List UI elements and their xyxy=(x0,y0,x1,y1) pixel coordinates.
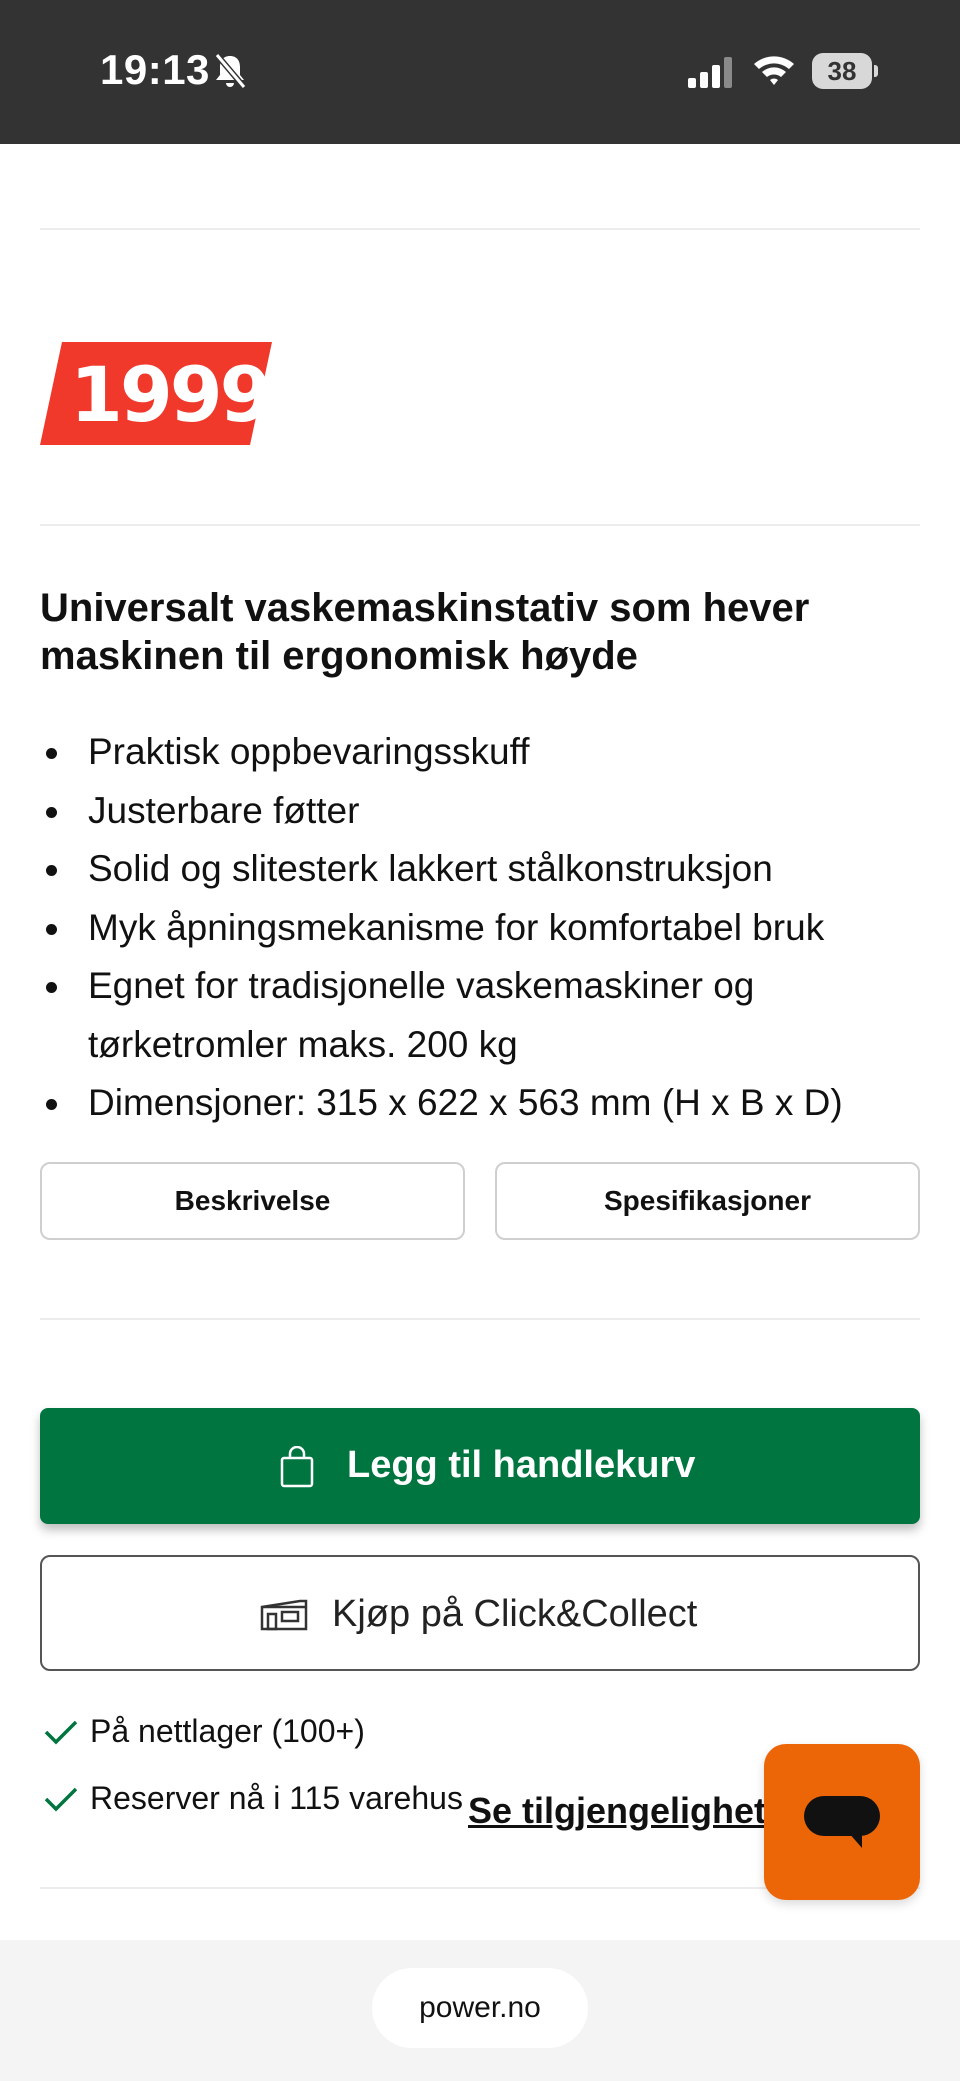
battery-icon: 38 xyxy=(812,53,878,89)
product-heading: Universalt vaskemaskinstativ som hever m… xyxy=(40,586,810,678)
availability-online-text: På nettlager (100+) xyxy=(90,1713,365,1749)
price-value: 1999 xyxy=(70,350,273,439)
divider xyxy=(40,524,920,526)
click-collect-label: Kjøp på Click&Collect xyxy=(332,1593,698,1635)
feature-item: Myk åpningsmekanisme for komfortabel bru… xyxy=(40,899,920,958)
price-badge: 1999 xyxy=(40,342,273,445)
add-to-cart-button[interactable]: Legg til handlekurv xyxy=(40,1408,920,1524)
check-icon xyxy=(44,1787,78,1812)
availability-reserve-text: Reserver nå i 115 varehus xyxy=(90,1780,463,1816)
chat-button[interactable] xyxy=(764,1744,920,1900)
specifications-button[interactable]: Spesifikasjoner xyxy=(495,1162,920,1240)
bell-muted-icon xyxy=(214,53,247,89)
chat-bubble-icon xyxy=(804,1796,880,1848)
status-time: 19:13 xyxy=(100,46,210,93)
divider xyxy=(40,1318,920,1320)
status-bar: 19:13 38 xyxy=(0,0,960,144)
divider xyxy=(40,228,920,230)
shopping-bag-icon xyxy=(280,1446,314,1488)
wifi-icon xyxy=(754,56,794,85)
see-availability-link[interactable]: Se tilgjengelighet xyxy=(468,1790,768,1832)
click-collect-button[interactable]: Kjøp på Click&Collect xyxy=(40,1555,920,1671)
feature-list: Praktisk oppbevaringsskuff Justerbare fø… xyxy=(40,723,920,1133)
check-icon xyxy=(44,1720,78,1745)
battery-level: 38 xyxy=(812,53,872,89)
store-icon xyxy=(260,1599,308,1631)
feature-item: Egnet for tradisjonelle vaskemaskiner og… xyxy=(40,957,920,1074)
signal-icon xyxy=(688,57,732,88)
feature-item: Justerbare føtter xyxy=(40,782,920,841)
feature-item: Solid og slitesterk lakkert stålkonstruk… xyxy=(40,840,920,899)
feature-item: Praktisk oppbevaringsskuff xyxy=(40,723,920,782)
feature-item: Dimensjoner: 315 x 622 x 563 mm (H x B x… xyxy=(40,1074,920,1133)
add-to-cart-label: Legg til handlekurv xyxy=(347,1444,696,1486)
description-button[interactable]: Beskrivelse xyxy=(40,1162,465,1240)
url-bar[interactable]: power.no xyxy=(372,1968,588,2048)
